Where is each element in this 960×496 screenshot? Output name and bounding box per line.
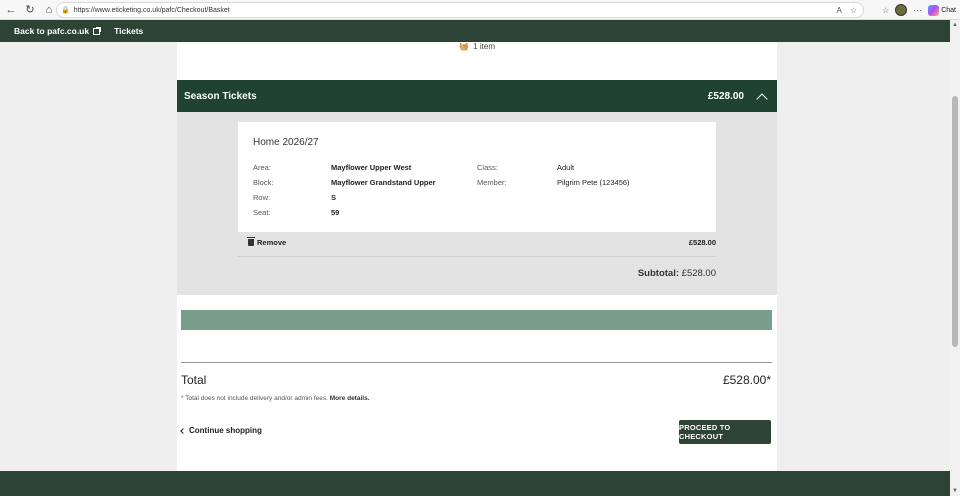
site-footer <box>0 471 950 496</box>
back-arrow-icon[interactable]: ← <box>3 2 19 18</box>
member-label: Member: <box>477 178 507 187</box>
chat-label: Chat <box>941 6 956 14</box>
remove-button[interactable]: Remove <box>247 237 287 247</box>
favorite-star-icon[interactable]: ☆ <box>850 6 857 15</box>
divider <box>238 256 716 257</box>
basket-content: 🧺 1 item Season Tickets £528.00 Home 202… <box>177 42 777 471</box>
block-label: Block: <box>253 178 274 187</box>
area-label: Area: <box>253 163 271 172</box>
site-header: Back to pafc.co.uk Tickets <box>0 20 950 42</box>
page-scrollbar[interactable]: ▲ ▼ <box>950 20 960 496</box>
basket-count: 🧺 1 item <box>177 42 777 51</box>
subtotal-label: Subtotal: <box>637 268 680 279</box>
ticket-card: Home 2026/27 Area: Mayflower Upper West … <box>238 122 716 232</box>
items-count-label: 1 item <box>473 42 495 51</box>
favorites-icon[interactable]: ☆ <box>882 6 889 15</box>
chevron-left-icon <box>180 427 186 434</box>
copilot-icon <box>928 4 940 16</box>
url-text: https://www.eticketing.co.uk/pafc/Checko… <box>73 6 230 14</box>
remove-label: Remove <box>257 238 287 247</box>
tickets-link[interactable]: Tickets <box>114 26 143 36</box>
subtotal: Subtotal: £528.00 <box>638 268 716 279</box>
refresh-icon[interactable]: ↻ <box>22 2 38 18</box>
basket-icon: 🧺 <box>459 42 469 51</box>
chevron-up-icon[interactable] <box>756 92 768 105</box>
scroll-down-icon[interactable]: ▼ <box>952 488 958 494</box>
disclaimer-text: * Total does not include delivery and/or… <box>181 395 328 402</box>
season-title: Season Tickets <box>184 90 257 102</box>
external-link-icon <box>93 26 102 35</box>
more-menu-icon[interactable]: ⋯ <box>913 5 922 16</box>
season-tickets-header[interactable]: Season Tickets £528.00 <box>177 80 777 112</box>
back-link-label: Back to pafc.co.uk <box>14 26 90 36</box>
ticket-title: Home 2026/27 <box>253 137 319 148</box>
row-value: S <box>331 193 337 202</box>
area-value: Mayflower Upper West <box>331 163 412 172</box>
member-value: Pilgrim Pete (123456) <box>557 178 630 187</box>
trash-icon <box>247 237 255 246</box>
more-details-link[interactable]: More details. <box>330 395 370 402</box>
season-price: £528.00 <box>707 90 744 102</box>
browser-toolbar: ← ↻ ⌂ 🔒 https://www.eticketing.co.uk/paf… <box>0 0 960 20</box>
continue-shopping-link[interactable]: Continue shopping <box>180 426 262 435</box>
total-label: Total <box>181 373 207 387</box>
total-disclaimer: * Total does not include delivery and/or… <box>181 395 370 402</box>
total-divider <box>181 362 772 363</box>
read-aloud-icon[interactable]: A <box>836 6 841 15</box>
proceed-to-checkout-button[interactable]: PROCEED TO CHECKOUT <box>679 420 771 444</box>
total-value: £528.00* <box>722 373 771 387</box>
lock-icon: 🔒 <box>61 7 70 14</box>
chat-button[interactable]: Chat <box>928 4 956 16</box>
continue-label: Continue shopping <box>189 426 262 435</box>
scroll-thumb[interactable] <box>952 96 958 347</box>
season-tickets-panel: Home 2026/27 Area: Mayflower Upper West … <box>177 112 777 295</box>
subtotal-value: £528.00 <box>681 268 716 279</box>
line-price: £528.00 <box>688 238 716 247</box>
class-label: Class: <box>477 163 498 172</box>
green-banner <box>181 310 772 330</box>
home-icon[interactable]: ⌂ <box>41 2 57 18</box>
row-label: Row: <box>253 193 271 202</box>
seat-value: 59 <box>331 208 340 217</box>
class-value: Adult <box>557 163 575 172</box>
profile-avatar[interactable] <box>895 4 908 16</box>
back-to-site-link[interactable]: Back to pafc.co.uk <box>14 26 102 36</box>
scroll-up-icon[interactable]: ▲ <box>952 22 958 28</box>
block-value: Mayflower Grandstand Upper <box>331 178 436 187</box>
address-bar[interactable]: 🔒 https://www.eticketing.co.uk/pafc/Chec… <box>56 2 864 18</box>
seat-label: Seat: <box>253 208 271 217</box>
